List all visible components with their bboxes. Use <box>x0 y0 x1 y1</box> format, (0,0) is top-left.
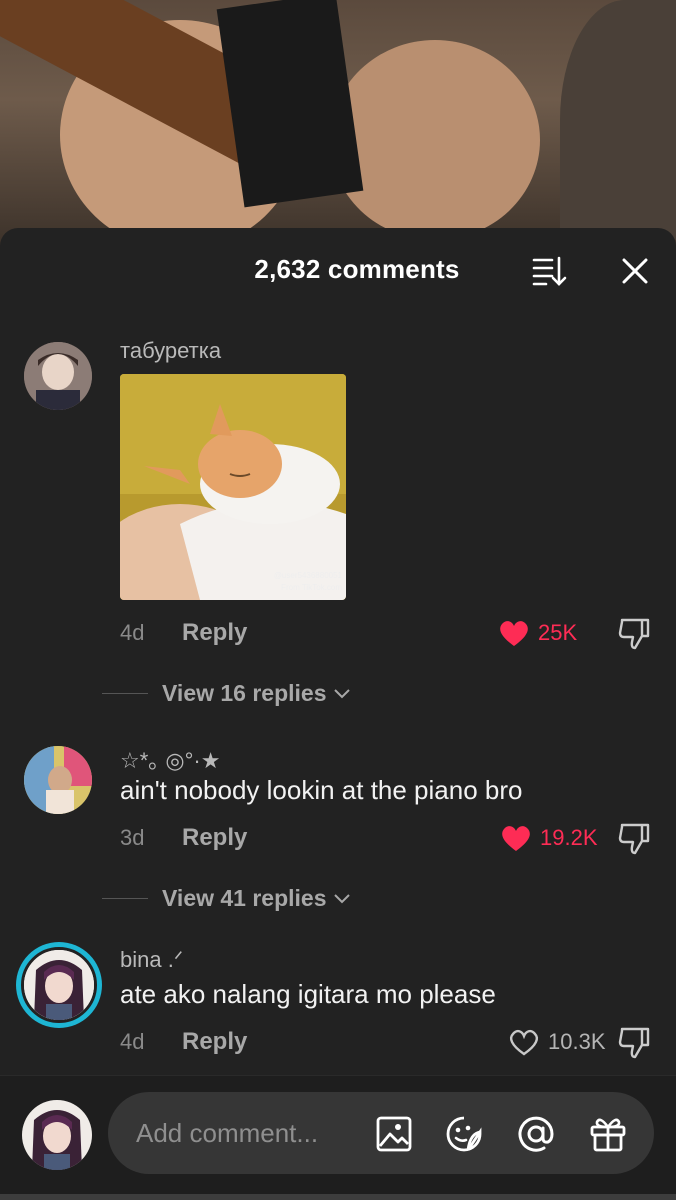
video-background <box>0 0 676 250</box>
my-avatar[interactable] <box>22 1100 92 1170</box>
avatar <box>21 947 97 1023</box>
like-count: 10.3K <box>548 1029 606 1054</box>
comment-text: ate ako nalang igitara mo please <box>120 979 496 1009</box>
comment-input[interactable]: Add comment... <box>108 1092 654 1174</box>
comment-input-placeholder: Add comment... <box>136 1118 319 1148</box>
gift-icon <box>590 1118 626 1152</box>
thumbs-down-icon <box>618 1027 650 1059</box>
gift-button[interactable] <box>588 1114 628 1154</box>
image-button[interactable] <box>374 1114 414 1154</box>
mention-button[interactable] <box>516 1114 556 1154</box>
reply-button[interactable]: Reply <box>182 1028 247 1056</box>
emoji-button[interactable] <box>444 1114 484 1154</box>
comment-username[interactable]: bina .ᐟ <box>120 947 183 973</box>
heart-outline-icon <box>510 1029 538 1056</box>
comment-timestamp: 4d <box>120 1029 145 1054</box>
video-figure-arm <box>330 40 540 240</box>
bottom-edge-strip <box>0 1194 676 1200</box>
image-icon <box>376 1116 412 1152</box>
comment-composer-bar: Add comment... <box>0 1075 676 1200</box>
emoji-sticker-icon <box>446 1116 482 1152</box>
avatar-story-ring[interactable] <box>16 942 102 1028</box>
comments-sheet: 2,632 comments табуретка @user5436880051… <box>0 228 676 1200</box>
like-button[interactable]: 10.3K <box>508 1025 606 1059</box>
video-figure-hair <box>560 0 676 240</box>
dislike-button[interactable] <box>616 1025 652 1061</box>
avatar-illustration <box>24 950 94 1020</box>
avatar-illustration <box>22 1100 92 1170</box>
comment-item: bina .ᐟ ate ako nalang igitara mo please… <box>0 228 676 1068</box>
at-mention-icon <box>518 1116 554 1152</box>
